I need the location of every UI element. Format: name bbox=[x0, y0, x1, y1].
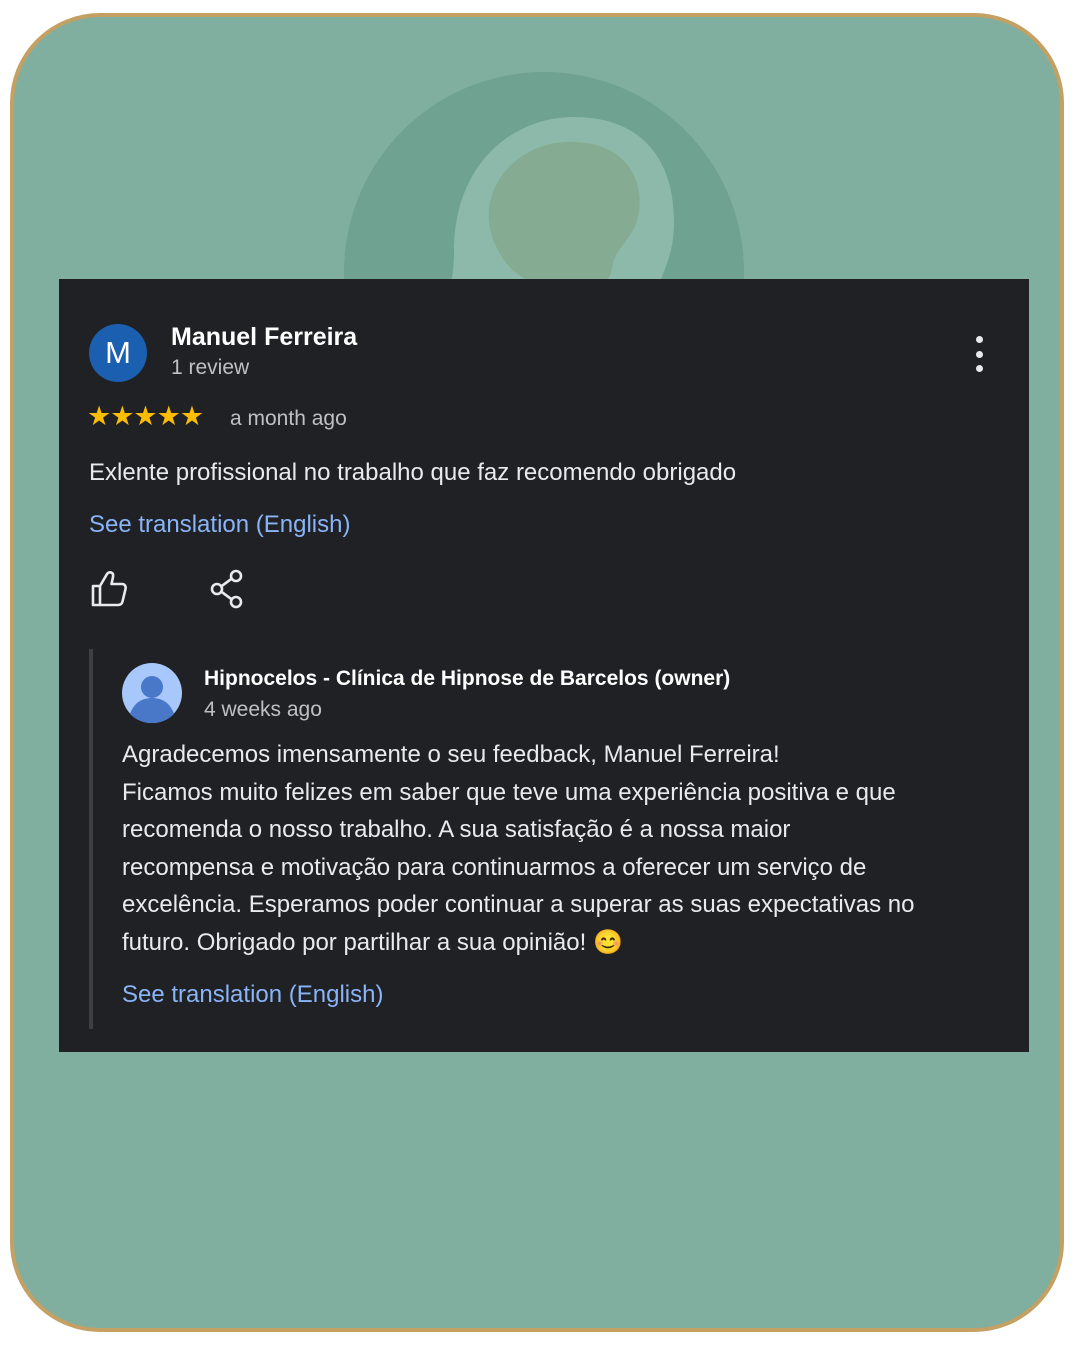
reply-line: futuro. Obrigado por partilhar a sua opi… bbox=[122, 928, 623, 956]
reply-line: Ficamos muito felizes em saber que teve … bbox=[122, 778, 896, 806]
see-translation-link[interactable]: See translation (English) bbox=[122, 981, 383, 1009]
owner-reply-time: 4 weeks ago bbox=[204, 698, 322, 721]
more-vert-icon[interactable] bbox=[967, 336, 991, 372]
page-frame: M Manuel Ferreira 1 review ★★★★★ a month… bbox=[10, 13, 1064, 1332]
menu-dot bbox=[975, 336, 983, 343]
menu-dot bbox=[975, 365, 983, 372]
see-translation-link[interactable]: See translation (English) bbox=[89, 511, 350, 539]
thumbs-up-icon[interactable] bbox=[89, 569, 129, 609]
star-rating: ★★★★★ bbox=[87, 401, 204, 431]
reply-line: recompensa e motivação para continuarmos… bbox=[122, 853, 867, 881]
reviewer-avatar[interactable]: M bbox=[89, 324, 147, 382]
review-card: M Manuel Ferreira 1 review ★★★★★ a month… bbox=[59, 279, 1029, 1052]
review-time: a month ago bbox=[230, 407, 347, 430]
reviewer-review-count: 1 review bbox=[171, 356, 250, 379]
reviewer-name[interactable]: Manuel Ferreira bbox=[171, 323, 357, 352]
reply-line: Agradecemos imensamente o seu feedback, … bbox=[122, 741, 780, 768]
reply-line: recomenda o nosso trabalho. A sua satisf… bbox=[122, 816, 791, 843]
review-text: Exlente profissional no trabalho que faz… bbox=[89, 459, 737, 486]
user-avatar-icon[interactable] bbox=[122, 663, 182, 723]
reply-divider bbox=[89, 649, 93, 1029]
reply-line: excelência. Esperamos poder continuar a … bbox=[122, 891, 915, 918]
owner-name: Hipnocelos - Clínica de Hipnose de Barce… bbox=[204, 667, 731, 690]
owner-reply-text: Agradecemos imensamente o seu feedback, … bbox=[122, 736, 1022, 961]
share-icon[interactable] bbox=[209, 569, 245, 609]
menu-dot bbox=[975, 350, 983, 358]
